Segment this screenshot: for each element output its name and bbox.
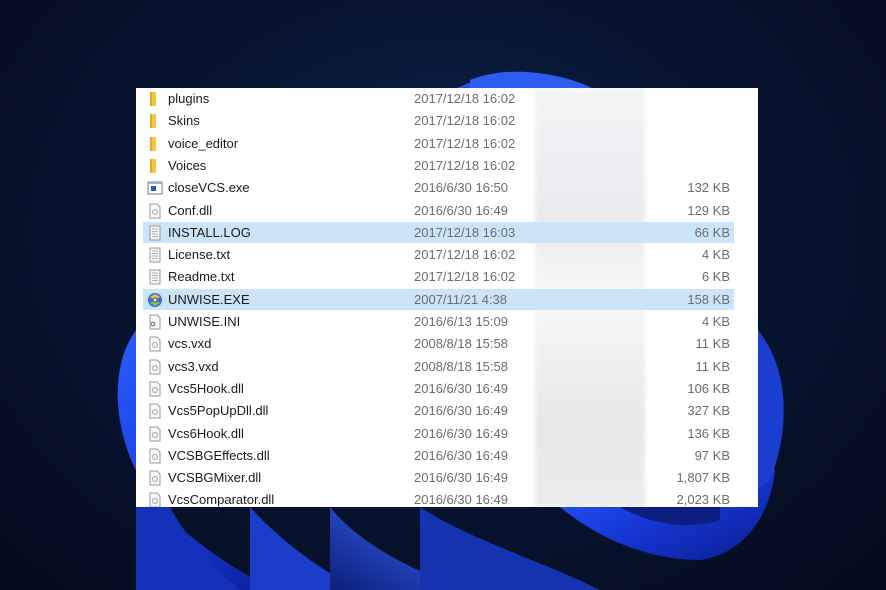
- file-size: 2,023 KB: [676, 492, 731, 507]
- file-row-unwise-ini[interactable]: UNWISE.INI 2016/6/13 15:09 4 KB: [143, 311, 734, 332]
- file-row-skins[interactable]: Skins 2017/12/18 16:02: [143, 110, 734, 131]
- file-row-vcsbgeffects-dll[interactable]: VCSBGEffects.dll 2016/6/30 16:49 97 KB: [143, 445, 734, 466]
- file-date-modified: 2017/12/18 16:02: [414, 247, 516, 263]
- folder-icon: [147, 158, 163, 174]
- file-name: Conf.dll: [168, 202, 213, 218]
- exe-icon: [147, 180, 163, 196]
- file-date-modified: 2017/12/18 16:02: [414, 113, 516, 129]
- file-size: 97 KB: [694, 447, 730, 463]
- file-size: 11 KB: [695, 358, 730, 374]
- text-file-icon: [147, 225, 163, 241]
- file-size: 158 KB: [687, 291, 730, 307]
- file-name: plugins: [168, 91, 210, 106]
- dll-icon: [147, 336, 163, 352]
- file-date-modified: 2016/6/30 16:49: [414, 380, 508, 396]
- file-name: Vcs6Hook.dll: [168, 425, 244, 441]
- file-name: VcsComparator.dll: [168, 492, 275, 507]
- file-date-modified: 2008/8/18 15:58: [414, 358, 508, 374]
- file-date-modified: 2016/6/30 16:49: [414, 447, 508, 463]
- file-row-vcs3-vxd[interactable]: vcs3.vxd 2008/8/18 15:58 11 KB: [143, 356, 734, 377]
- file-name: Voices: [168, 157, 207, 173]
- file-list-panel: plugins 2017/12/18 16:02 Skins 2017/12/1…: [136, 88, 758, 507]
- file-date-modified: 2017/12/18 16:03: [414, 224, 516, 240]
- file-row-vcs5hook-dll[interactable]: Vcs5Hook.dll 2016/6/30 16:49 106 KB: [143, 378, 734, 399]
- dll-icon: [147, 403, 163, 419]
- file-name: vcs3.vxd: [168, 358, 219, 374]
- file-name: INSTALL.LOG: [168, 224, 251, 240]
- file-size: 6 KB: [701, 269, 730, 285]
- file-row-vcs5popupdll-dll[interactable]: Vcs5PopUpDll.dll 2016/6/30 16:49 327 KB: [143, 400, 734, 421]
- file-date-modified: 2016/6/30 16:50: [414, 180, 508, 196]
- file-date-modified: 2016/6/30 16:49: [414, 425, 508, 441]
- file-name: UNWISE.INI: [168, 314, 241, 329]
- file-size: 4 KB: [701, 314, 730, 329]
- dll-icon: [147, 359, 163, 375]
- file-row-vcs-vxd[interactable]: vcs.vxd 2008/8/18 15:58 11 KB: [143, 333, 734, 354]
- file-row-vcsbgmixer-dll[interactable]: VCSBGMixer.dll 2016/6/30 16:49 1,807 KB: [143, 467, 734, 488]
- file-size: 132 KB: [687, 180, 730, 196]
- file-name: Vcs5PopUpDll.dll: [168, 403, 269, 419]
- file-row-unwise-exe[interactable]: UNWISE.EXE 2007/11/21 4:38 158 KB: [143, 288, 734, 310]
- text-file-icon: [147, 247, 163, 263]
- file-date-modified: 2017/12/18 16:02: [414, 91, 516, 106]
- dll-icon: [147, 470, 163, 486]
- file-size: 11 KB: [695, 336, 730, 352]
- ini-icon: [147, 314, 163, 330]
- file-name: License.txt: [168, 247, 231, 263]
- folder-icon: [147, 91, 163, 107]
- file-size: 4 KB: [701, 247, 730, 263]
- file-name: closeVCS.exe: [168, 180, 250, 196]
- file-row-plugins[interactable]: plugins 2017/12/18 16:02: [143, 88, 734, 109]
- file-size: 129 KB: [687, 202, 730, 218]
- file-name: Readme.txt: [168, 269, 235, 285]
- file-date-modified: 2016/6/13 15:09: [414, 314, 508, 329]
- file-size: 106 KB: [687, 380, 730, 396]
- file-date-modified: 2016/6/30 16:49: [414, 470, 508, 486]
- file-row-license-txt[interactable]: License.txt 2017/12/18 16:02 4 KB: [143, 244, 734, 265]
- file-name: Skins: [168, 113, 200, 129]
- file-date-modified: 2016/6/30 16:49: [414, 492, 508, 507]
- file-name: vcs.vxd: [168, 336, 212, 352]
- text-file-icon: [147, 269, 163, 285]
- file-size: 1,807 KB: [676, 470, 731, 486]
- file-size: 136 KB: [687, 425, 730, 441]
- file-name: VCSBGEffects.dll: [168, 447, 270, 463]
- file-row-voices[interactable]: Voices 2017/12/18 16:02: [143, 155, 734, 176]
- file-date-modified: 2016/6/30 16:49: [414, 202, 508, 218]
- file-name: UNWISE.EXE: [168, 291, 250, 307]
- dll-icon: [147, 203, 163, 219]
- file-date-modified: 2017/12/18 16:02: [414, 135, 516, 151]
- dll-icon: [147, 381, 163, 397]
- file-date-modified: 2017/12/18 16:02: [414, 157, 516, 173]
- file-row-vcs6hook-dll[interactable]: Vcs6Hook.dll 2016/6/30 16:49 136 KB: [143, 423, 734, 444]
- file-row-conf-dll[interactable]: Conf.dll 2016/6/30 16:49 129 KB: [143, 200, 734, 221]
- folder-icon: [147, 113, 163, 129]
- file-size: 66 KB: [694, 224, 730, 240]
- file-date-modified: 2008/8/18 15:58: [414, 336, 508, 352]
- file-name: voice_editor: [168, 135, 239, 151]
- installer-icon: [147, 292, 163, 308]
- file-row-closevcs-exe[interactable]: closeVCS.exe 2016/6/30 16:50 132 KB: [143, 177, 734, 198]
- file-row-readme-txt[interactable]: Readme.txt 2017/12/18 16:02 6 KB: [143, 266, 734, 287]
- file-row-install-log[interactable]: INSTALL.LOG 2017/12/18 16:03 66 KB: [143, 221, 734, 243]
- file-name: VCSBGMixer.dll: [168, 470, 262, 486]
- file-date-modified: 2016/6/30 16:49: [414, 403, 508, 419]
- dll-icon: [147, 448, 163, 464]
- file-size: 327 KB: [687, 403, 730, 419]
- dll-icon: [147, 426, 163, 442]
- file-row-vcscomparator-dll[interactable]: VcsComparator.dll 2016/6/30 16:49 2,023 …: [143, 489, 734, 507]
- file-row-voice-editor[interactable]: voice_editor 2017/12/18 16:02: [143, 133, 734, 154]
- folder-icon: [147, 136, 163, 152]
- file-date-modified: 2017/12/18 16:02: [414, 269, 516, 285]
- file-date-modified: 2007/11/21 4:38: [414, 291, 508, 307]
- file-name: Vcs5Hook.dll: [168, 380, 244, 396]
- dll-icon: [147, 492, 163, 507]
